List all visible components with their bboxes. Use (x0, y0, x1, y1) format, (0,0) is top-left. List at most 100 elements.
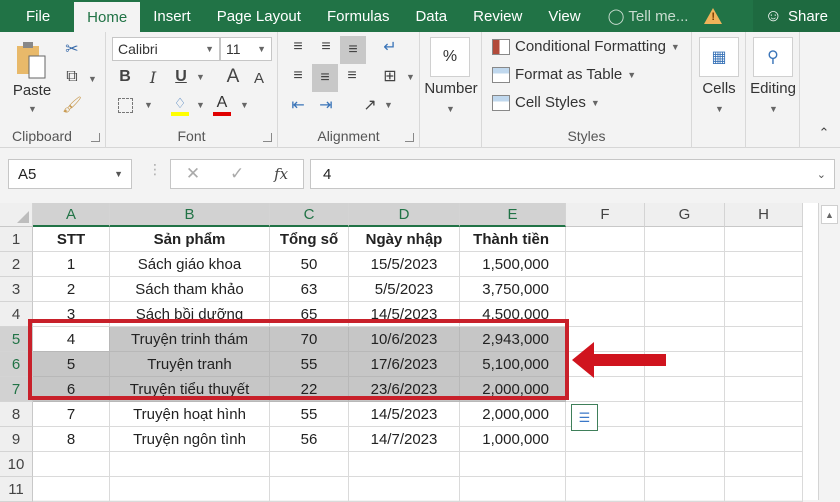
cell-f7[interactable] (566, 377, 645, 402)
cell-e2[interactable]: 1,500,000 (460, 252, 566, 277)
cell-g3[interactable] (645, 277, 725, 302)
cell-c10[interactable] (270, 452, 349, 477)
vertical-scrollbar[interactable]: ▲ (818, 203, 840, 500)
align-top-icon[interactable]: ≡ (286, 36, 310, 58)
cell-a5[interactable]: 4 (33, 327, 110, 352)
cell-e5[interactable]: 2,943,000 (460, 327, 566, 352)
align-right-icon[interactable]: ≡ (340, 65, 364, 87)
tab-view[interactable]: View (535, 0, 593, 32)
align-center-icon[interactable]: ≡ (312, 64, 338, 92)
row-header-10[interactable]: 10 (0, 452, 33, 477)
cell-a9[interactable]: 8 (33, 427, 110, 452)
cell-a3[interactable]: 2 (33, 277, 110, 302)
font-color-icon[interactable]: A (210, 92, 234, 118)
cell-h5[interactable] (725, 327, 803, 352)
borders-icon[interactable] (114, 94, 136, 116)
align-middle-icon[interactable]: ≡ (314, 36, 338, 58)
cell-d8[interactable]: 14/5/2023 (349, 402, 460, 427)
cell-h6[interactable] (725, 352, 803, 377)
align-bottom-icon[interactable]: ≡ (340, 36, 366, 64)
cell-f1[interactable] (566, 227, 645, 252)
font-size-select[interactable]: 11 ▼ (220, 37, 272, 61)
cell-b4[interactable]: Sách bồi dưỡng (110, 302, 270, 327)
name-box[interactable]: A5 ▼ (8, 159, 132, 189)
clipboard-launcher-icon[interactable] (91, 133, 100, 142)
cell-d10[interactable] (349, 452, 460, 477)
paste-button[interactable] (12, 40, 52, 80)
row-header-2[interactable]: 2 (0, 252, 33, 277)
cell-e9[interactable]: 1,000,000 (460, 427, 566, 452)
merge-center-icon[interactable]: ⊞ (378, 65, 402, 87)
cell-e1[interactable]: Thành tiền (460, 227, 566, 252)
row-header-8[interactable]: 8 (0, 402, 33, 427)
row-header-1[interactable]: 1 (0, 227, 33, 252)
row-header-4[interactable]: 4 (0, 302, 33, 327)
column-header-b[interactable]: B (110, 203, 270, 227)
font-launcher-icon[interactable] (263, 133, 272, 142)
column-header-e[interactable]: E (460, 203, 566, 227)
wrap-text-icon[interactable]: ↵ (378, 36, 402, 58)
row-header-9[interactable]: 9 (0, 427, 33, 452)
format-as-table-button[interactable]: Format as Table ▼ (492, 66, 636, 83)
cell-h4[interactable] (725, 302, 803, 327)
cell-h11[interactable] (725, 477, 803, 502)
grow-font-button[interactable]: A (222, 65, 244, 89)
column-header-h[interactable]: H (725, 203, 803, 227)
cell-d11[interactable] (349, 477, 460, 502)
orientation-icon[interactable]: ↗ (358, 94, 382, 116)
merge-dropdown-icon[interactable]: ▼ (406, 72, 415, 82)
cell-a1[interactable]: STT (33, 227, 110, 252)
font-color-dropdown-icon[interactable]: ▼ (240, 100, 249, 110)
cell-c4[interactable]: 65 (270, 302, 349, 327)
share-button[interactable]: ☺ Share (752, 0, 840, 32)
cell-a11[interactable] (33, 477, 110, 502)
cell-b11[interactable] (110, 477, 270, 502)
cell-e4[interactable]: 4,500,000 (460, 302, 566, 327)
cell-e8[interactable]: 2,000,000 (460, 402, 566, 427)
copy-icon[interactable]: ⧉ (60, 66, 84, 88)
cancel-icon[interactable]: ✕ (186, 164, 200, 184)
cell-a7[interactable]: 6 (33, 377, 110, 402)
cell-g8[interactable] (645, 402, 725, 427)
cell-h9[interactable] (725, 427, 803, 452)
cell-f3[interactable] (566, 277, 645, 302)
formula-input[interactable]: 4 ⌄ (310, 159, 835, 189)
row-header-3[interactable]: 3 (0, 277, 33, 302)
cell-c9[interactable]: 56 (270, 427, 349, 452)
conditional-formatting-button[interactable]: Conditional Formatting ▼ (492, 38, 680, 55)
column-header-a[interactable]: A (33, 203, 110, 227)
cell-e10[interactable] (460, 452, 566, 477)
fill-color-icon[interactable]: ♢ (168, 92, 192, 118)
cell-c2[interactable]: 50 (270, 252, 349, 277)
format-painter-icon[interactable]: 🖌 (60, 94, 84, 116)
cell-b5[interactable]: Truyện trinh thám (110, 327, 270, 352)
column-header-f[interactable]: F (566, 203, 645, 227)
increase-indent-icon[interactable]: ⇥ (314, 94, 338, 116)
cells-icon[interactable]: ▦ (699, 37, 739, 77)
row-header-6[interactable]: 6 (0, 352, 33, 377)
insert-function-icon[interactable]: fx (274, 165, 288, 183)
row-header-11[interactable]: 11 (0, 477, 33, 502)
cell-d2[interactable]: 15/5/2023 (349, 252, 460, 277)
shrink-font-button[interactable]: A (248, 67, 270, 89)
spreadsheet-grid[interactable]: A B C D E F G H 1 STT Sản phẩm Tổng số Ngày nhập Thàn… (0, 203, 818, 502)
tab-insert[interactable]: Insert (140, 0, 204, 32)
cell-g11[interactable] (645, 477, 725, 502)
column-header-c[interactable]: C (270, 203, 349, 227)
row-header-7[interactable]: 7 (0, 377, 33, 402)
cell-h1[interactable] (725, 227, 803, 252)
cell-g9[interactable] (645, 427, 725, 452)
cell-h3[interactable] (725, 277, 803, 302)
cell-b10[interactable] (110, 452, 270, 477)
fill-color-dropdown-icon[interactable]: ▼ (196, 100, 205, 110)
italic-button[interactable]: I (142, 66, 164, 88)
cell-b6[interactable]: Truyện tranh (110, 352, 270, 377)
cell-d3[interactable]: 5/5/2023 (349, 277, 460, 302)
align-left-icon[interactable]: ≡ (286, 65, 310, 87)
cell-e11[interactable] (460, 477, 566, 502)
cell-b8[interactable]: Truyện hoạt hình (110, 402, 270, 427)
cell-c6[interactable]: 55 (270, 352, 349, 377)
quick-analysis-icon[interactable]: ☰ (571, 404, 598, 431)
cell-h2[interactable] (725, 252, 803, 277)
cell-h10[interactable] (725, 452, 803, 477)
